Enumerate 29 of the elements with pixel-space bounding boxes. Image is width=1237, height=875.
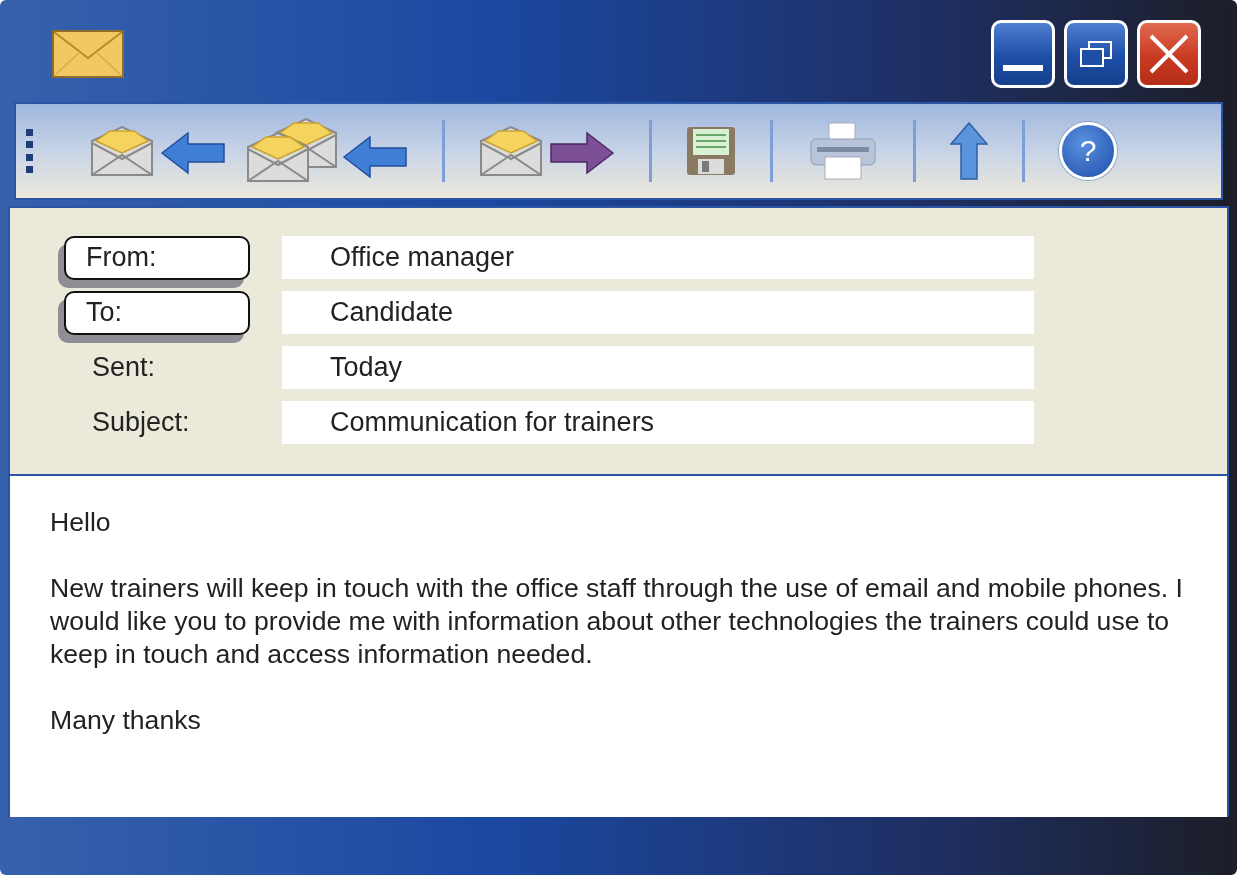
up-arrow-icon	[950, 122, 988, 180]
field-value: Today	[282, 346, 1034, 389]
message-paragraph: New trainers will keep in touch with the office staff through the use of email and mobile phones. I would like you to provide me with information about other technologies the trainers could use to keep in touch and access information needed.	[50, 572, 1184, 671]
field-label: Subject:	[91, 407, 190, 437]
envelope-icon	[52, 30, 124, 78]
restore-button[interactable]	[1064, 20, 1128, 88]
minimize-icon	[1003, 65, 1043, 73]
print-button[interactable]	[807, 121, 879, 181]
message-paragraph: Many thanks	[50, 704, 202, 737]
forward-button[interactable]	[479, 123, 615, 179]
help-button[interactable]: ?	[1059, 122, 1117, 180]
close-icon	[1149, 34, 1189, 74]
field-value: Communication for trainers	[282, 401, 1034, 444]
save-button[interactable]	[686, 126, 736, 176]
reply-button[interactable]	[90, 123, 226, 179]
close-button[interactable]	[1137, 20, 1201, 88]
field-label: Sent:	[91, 352, 156, 382]
grip-handle[interactable]	[26, 129, 34, 173]
minimize-button[interactable]	[991, 20, 1055, 88]
printer-icon	[807, 121, 879, 181]
up-button[interactable]	[950, 122, 988, 180]
restore-icon	[1080, 41, 1112, 67]
reply-all-button[interactable]	[246, 117, 408, 185]
field-value: Candidate	[282, 291, 1034, 334]
envelope-left-arrow-icon	[90, 123, 226, 179]
message-paragraph: Hello	[50, 506, 112, 539]
field-value: Office manager	[282, 236, 1034, 279]
envelope-right-arrow-icon	[479, 123, 615, 179]
envelopes-left-arrow-icon	[246, 117, 408, 185]
